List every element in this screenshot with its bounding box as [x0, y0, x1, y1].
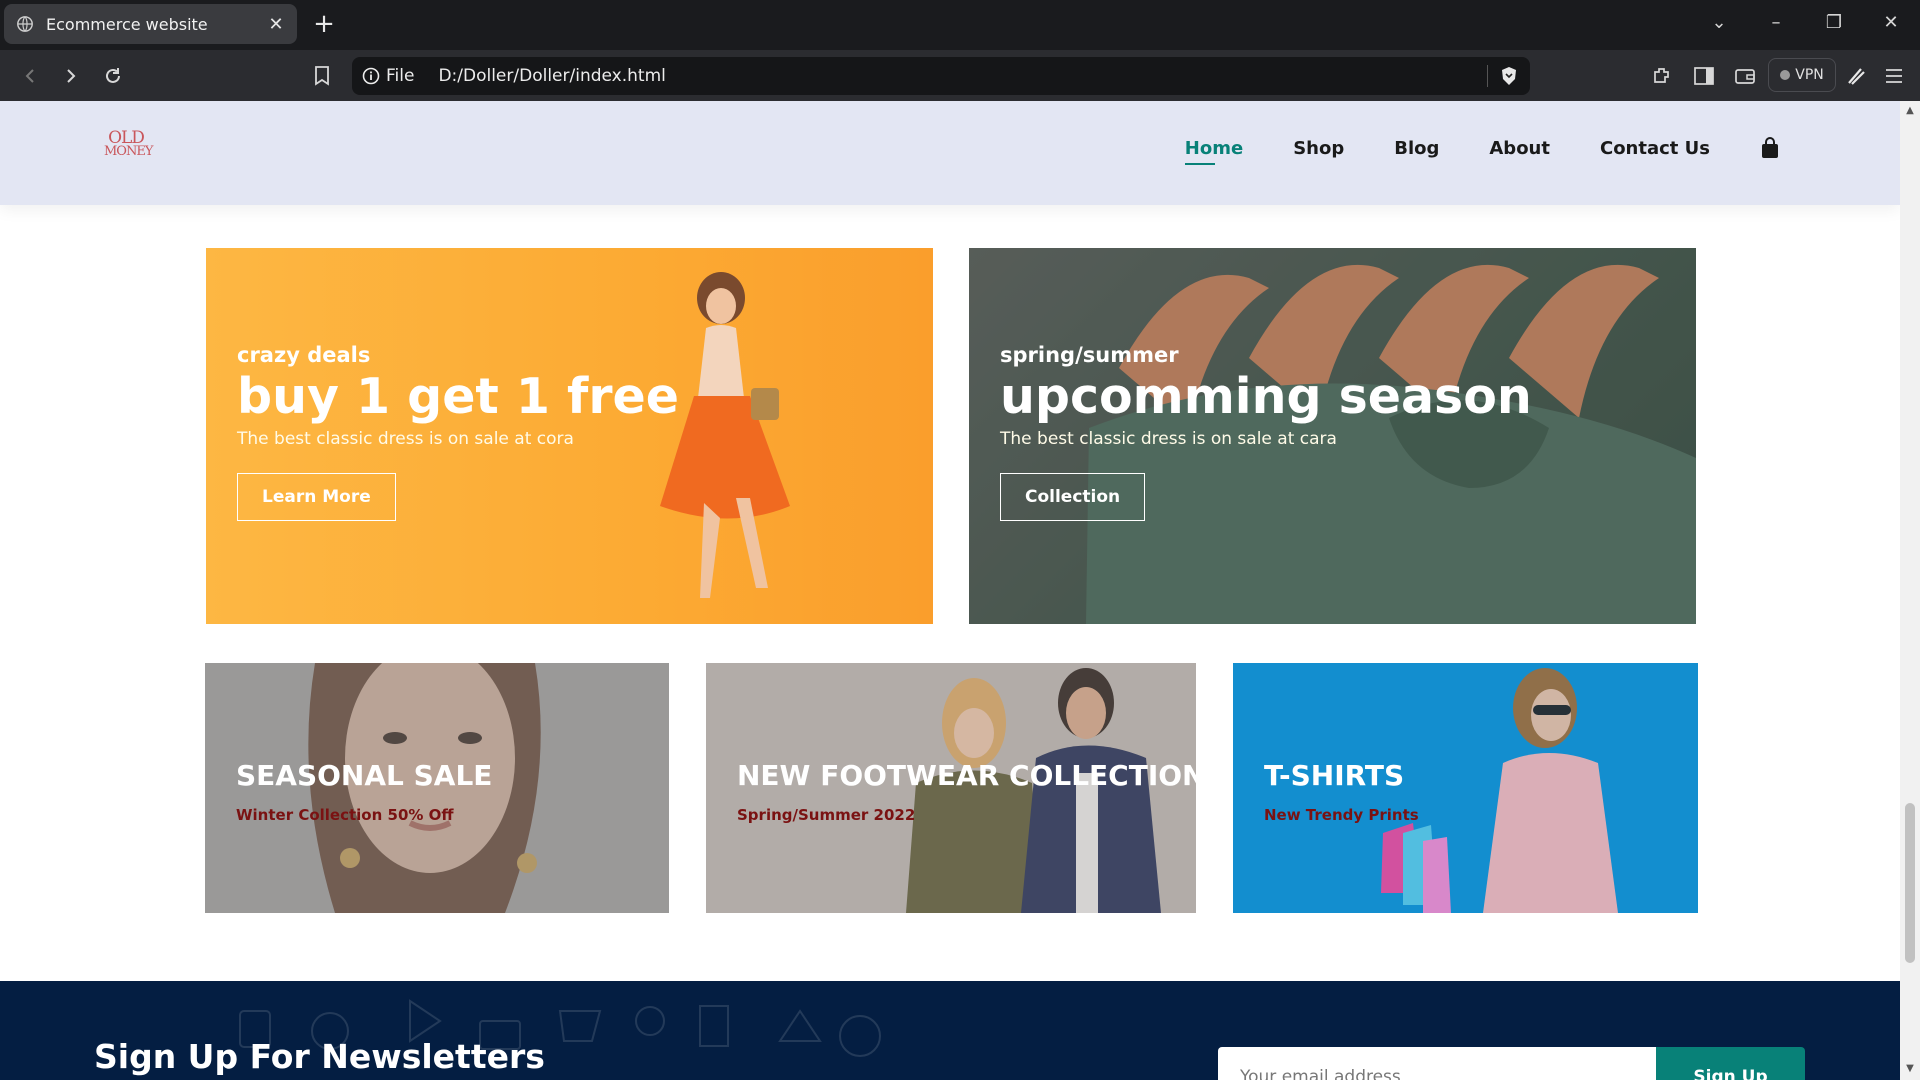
learn-more-button[interactable]: Learn More: [237, 473, 396, 521]
site-logo[interactable]: OLD MONEY: [104, 128, 153, 175]
wallet-icon: [1735, 69, 1755, 84]
vpn-label: VPN: [1795, 67, 1824, 83]
main-nav: Home Shop Blog About Contact Us: [1184, 137, 1780, 165]
nav-shop-link[interactable]: Shop: [1293, 138, 1344, 159]
banner-text: spring/summer upcomming season The best …: [1000, 343, 1532, 521]
tab-list-chevron-icon[interactable]: ⌄: [1706, 12, 1732, 33]
page-scrollbar[interactable]: ▲ ▼: [1900, 101, 1920, 1080]
bookmark-icon: [315, 66, 329, 86]
site-header: OLD MONEY Home Shop Blog About Contact U…: [0, 101, 1900, 205]
collection-button[interactable]: Collection: [1000, 473, 1146, 521]
close-tab-icon[interactable]: ✕: [267, 14, 285, 35]
t-shirts-banner[interactable]: T-SHIRTS New Trendy Prints: [1233, 663, 1698, 913]
vpn-status-icon: [1780, 70, 1791, 80]
web-page: OLD MONEY Home Shop Blog About Contact U…: [0, 101, 1900, 1080]
footwear-collection-banner[interactable]: NEW FOOTWEAR COLLECTION Spring/Summer 20…: [706, 663, 1196, 913]
hamburger-icon: [1886, 69, 1902, 83]
banner-description: The best classic dress is on sale at car…: [1000, 429, 1337, 449]
banner-subtitle: Winter Collection 50% Off: [236, 806, 454, 824]
logo-text-bottom: MONEY: [104, 144, 153, 159]
nav-about-link[interactable]: About: [1489, 138, 1550, 159]
back-arrow-icon: [25, 69, 34, 83]
minimize-button[interactable]: –: [1763, 12, 1789, 33]
info-icon[interactable]: [362, 67, 380, 85]
banner-headline: buy 1 get 1 free: [237, 368, 680, 425]
sign-up-button[interactable]: Sign Up: [1656, 1047, 1805, 1080]
vpn-button[interactable]: VPN: [1768, 58, 1836, 92]
banner-kicker: spring/summer: [1000, 343, 1179, 367]
banner-text: crazy deals buy 1 get 1 free The best cl…: [237, 343, 679, 521]
restore-button[interactable]: ❐: [1821, 12, 1847, 33]
reload-icon: [106, 68, 120, 83]
browser-toolbar: File D:/Doller/Doller/index.html VPN: [0, 50, 1920, 101]
menu-button[interactable]: [1880, 62, 1908, 90]
banner-title: NEW FOOTWEAR COLLECTION: [737, 759, 1196, 792]
banner-text: T-SHIRTS New Trendy Prints: [1264, 759, 1419, 824]
leo-ai-button[interactable]: [1842, 62, 1870, 90]
puzzle-icon: [1654, 68, 1669, 83]
bookmark-button[interactable]: [308, 62, 336, 90]
brave-shield-icon[interactable]: [1498, 65, 1520, 87]
new-tab-button[interactable]: +: [312, 11, 336, 37]
banner-title: T-SHIRTS: [1264, 759, 1405, 792]
forward-arrow-icon: [67, 69, 76, 83]
upcoming-season-banner: spring/summer upcomming season The best …: [969, 248, 1696, 624]
sidebar-icon: [1694, 67, 1714, 85]
logo-text-top: OLD: [108, 128, 145, 148]
newsletter-section: Sign Up For Newsletters Your email addre…: [0, 981, 1900, 1080]
seasonal-sale-banner[interactable]: SEASONAL SALE Winter Collection 50% Off: [205, 663, 669, 913]
url-text[interactable]: D:/Doller/Doller/index.html: [438, 66, 1487, 86]
banner-title: SEASONAL SALE: [236, 759, 493, 792]
banner-kicker: crazy deals: [237, 343, 371, 367]
globe-icon: [17, 16, 33, 32]
email-input[interactable]: Your email address: [1218, 1047, 1656, 1080]
reload-button[interactable]: [99, 62, 127, 90]
nav-blog-link[interactable]: Blog: [1394, 138, 1439, 159]
wallet-button[interactable]: [1731, 62, 1759, 90]
back-button[interactable]: [16, 62, 44, 90]
nav-contact-link[interactable]: Contact Us: [1600, 138, 1710, 159]
banner-text: NEW FOOTWEAR COLLECTION Spring/Summer 20…: [737, 759, 1196, 824]
scrollbar-thumb[interactable]: [1905, 803, 1915, 963]
address-bar[interactable]: File D:/Doller/Doller/index.html: [352, 57, 1530, 95]
forward-button[interactable]: [57, 62, 85, 90]
scroll-down-arrow-icon[interactable]: ▼: [1904, 1063, 1916, 1074]
newsletter-form: Your email address Sign Up: [1218, 1047, 1805, 1080]
banner-subtitle: Spring/Summer 2022: [737, 806, 916, 824]
banner-description: The best classic dress is on sale at cor…: [237, 429, 574, 449]
banner-subtitle: New Trendy Prints: [1264, 806, 1419, 824]
close-window-button[interactable]: ✕: [1878, 12, 1904, 33]
url-scheme-label: File: [386, 66, 415, 86]
newsletter-heading: Sign Up For Newsletters: [94, 1037, 545, 1076]
nav-home-link[interactable]: Home: [1184, 138, 1243, 165]
banner-text: SEASONAL SALE Winter Collection 50% Off: [236, 759, 492, 824]
extensions-button[interactable]: [1648, 62, 1676, 90]
scroll-up-arrow-icon[interactable]: ▲: [1904, 105, 1916, 116]
banner-headline: upcomming season: [1000, 368, 1532, 425]
shopping-bag-icon[interactable]: [1760, 137, 1780, 159]
divider: [1487, 65, 1488, 87]
crazy-deals-banner: crazy deals buy 1 get 1 free The best cl…: [206, 248, 933, 624]
tab-title: Ecommerce website: [46, 14, 208, 34]
browser-tab-strip: Ecommerce website ✕ + ⌄ – ❐ ✕: [0, 0, 1920, 50]
sidebar-button[interactable]: [1690, 62, 1718, 90]
leo-star-icon: [1848, 68, 1865, 85]
browser-tab[interactable]: Ecommerce website ✕: [4, 4, 297, 44]
